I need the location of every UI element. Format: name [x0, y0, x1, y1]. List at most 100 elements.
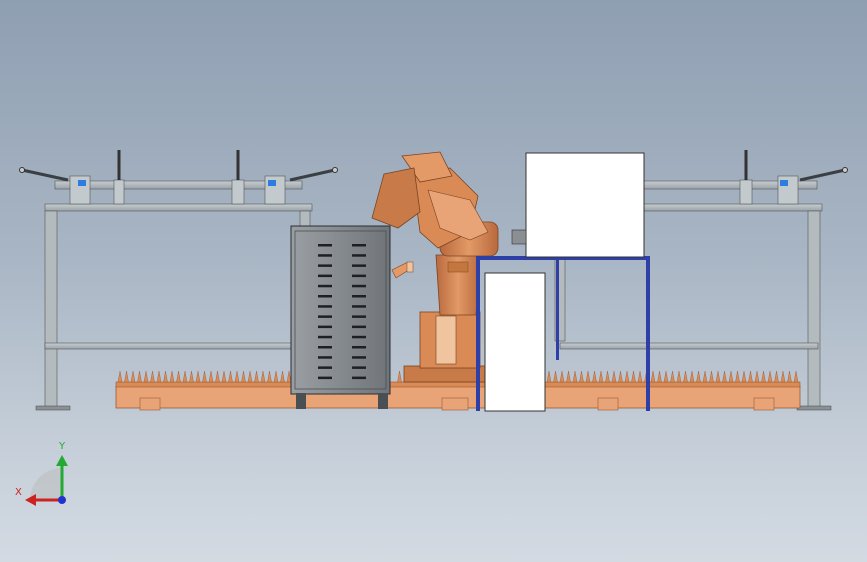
vent-slot: [318, 254, 332, 257]
vent-slot: [318, 244, 332, 247]
rack-tooth: [579, 370, 584, 383]
rack-tooth: [631, 370, 636, 383]
rack-tooth: [585, 370, 591, 383]
rack-tooth: [754, 370, 760, 383]
rack-tooth: [657, 370, 662, 383]
rack-tooth: [572, 370, 578, 383]
rack-tooth: [683, 370, 688, 383]
rack-tooth: [143, 370, 149, 383]
vent-slot: [352, 315, 366, 318]
rack-tooth: [566, 370, 571, 383]
vent-slot: [318, 346, 332, 349]
rack-tooth: [748, 370, 753, 383]
rack-tooth: [722, 370, 727, 383]
rack-tooth: [221, 370, 227, 383]
rack-tooth: [741, 370, 747, 383]
rack-tooth: [735, 370, 740, 383]
rack-tooth: [150, 370, 155, 383]
rack-tooth: [176, 370, 181, 383]
vent-slot: [352, 284, 366, 288]
rack-tooth: [130, 370, 136, 383]
rack-tooth: [163, 370, 168, 383]
rack-tooth: [715, 370, 721, 383]
vent-slot: [318, 366, 332, 369]
rack-tooth: [273, 370, 279, 383]
rack-tooth: [189, 370, 194, 383]
rack-tooth: [202, 370, 207, 383]
vent-slot: [352, 346, 366, 349]
vent-slot: [318, 335, 332, 339]
vent-slot: [352, 244, 366, 247]
rack-tooth: [208, 370, 214, 383]
vent-slot: [352, 264, 366, 267]
axis-label-y: Y: [59, 441, 66, 452]
rack-tooth: [624, 370, 630, 383]
control-cabinet[interactable]: [290, 225, 391, 409]
vent-slot: [318, 376, 332, 380]
assembly-scene[interactable]: [0, 0, 867, 562]
rack-tooth: [702, 370, 708, 383]
rack-tooth: [397, 370, 402, 383]
rack-tooth: [696, 370, 701, 383]
vent-slot: [318, 356, 332, 359]
rack-tooth: [254, 370, 259, 383]
vent-slot: [352, 295, 366, 298]
rack-tooth: [156, 370, 162, 383]
rack-tooth: [780, 370, 786, 383]
rack-tooth: [611, 370, 617, 383]
rack-tooth: [598, 370, 604, 383]
vent-slot: [352, 366, 366, 369]
vent-slot: [352, 254, 366, 257]
rack-tooth: [234, 370, 240, 383]
rack-tooth: [195, 370, 201, 383]
rack-tooth: [592, 370, 597, 383]
rack-tooth: [676, 370, 682, 383]
rack-tooth: [182, 370, 188, 383]
rack-tooth: [767, 370, 773, 383]
rack-tooth: [241, 370, 246, 383]
rack-tooth: [618, 370, 623, 383]
coordinate-triad: [25, 455, 68, 506]
vent-slot: [318, 305, 332, 308]
rack-tooth: [605, 370, 610, 383]
rack-tooth: [169, 370, 175, 383]
vent-slot: [352, 305, 366, 308]
rack-tooth: [280, 370, 285, 383]
vent-slot: [352, 274, 366, 278]
rack-tooth: [728, 370, 734, 383]
vent-slot: [352, 376, 366, 380]
vent-slot: [318, 284, 332, 288]
rack-tooth: [637, 370, 643, 383]
vent-slot: [352, 335, 366, 339]
vent-slot: [352, 325, 366, 329]
rack-tooth: [546, 370, 552, 383]
rack-tooth: [215, 370, 220, 383]
rack-tooth: [793, 370, 799, 383]
vent-slot: [318, 295, 332, 298]
rack-tooth: [228, 370, 233, 383]
rack-tooth: [267, 370, 272, 383]
rack-tooth: [761, 370, 766, 383]
cad-viewport[interactable]: Y X: [0, 0, 867, 562]
rack-tooth: [286, 370, 292, 383]
vent-slot: [318, 315, 332, 318]
rack-tooth: [247, 370, 253, 383]
rack-tooth: [689, 370, 695, 383]
rack-tooth: [117, 370, 123, 383]
rack-tooth: [787, 370, 792, 383]
vent-slot: [318, 264, 332, 267]
rack-tooth: [663, 370, 669, 383]
rack-tooth: [559, 370, 565, 383]
rack-tooth: [137, 370, 142, 383]
rack-tooth: [650, 370, 656, 383]
rack-tooth: [709, 370, 714, 383]
rack-tooth: [124, 370, 129, 383]
rack-tooth: [670, 370, 675, 383]
vent-slot: [318, 325, 332, 329]
rack-tooth: [553, 370, 558, 383]
rack-tooth: [260, 370, 266, 383]
vent-slot: [318, 274, 332, 278]
axis-label-x: X: [15, 487, 22, 498]
vent-slot: [352, 356, 366, 359]
rack-tooth: [774, 370, 779, 383]
